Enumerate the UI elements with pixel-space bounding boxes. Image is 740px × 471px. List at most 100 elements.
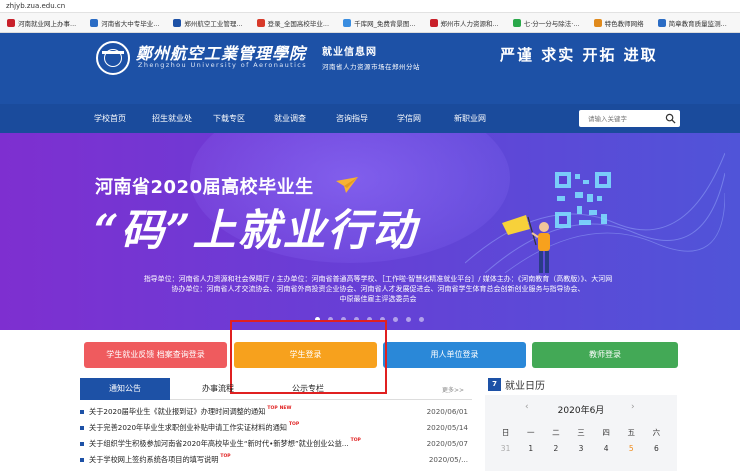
bookmark-item[interactable]: 河南就业网上办事...	[0, 18, 83, 28]
bullet-icon	[80, 458, 84, 462]
banner-organizers-line2: 协办单位：河南省人才交流协会、河南省外商投资企业协会、河南省人才发展促进会、河南…	[171, 285, 585, 293]
news-date: 2020/05/07	[426, 439, 468, 448]
nav-item-new-career[interactable]: 新职业网	[442, 104, 498, 133]
tab-public-notices[interactable]: 公示专栏	[268, 378, 348, 400]
bullet-icon	[80, 410, 84, 414]
news-date: 2020/05/...	[428, 455, 468, 464]
site-note: 河南省人力资源市场在郑州分站	[322, 63, 420, 71]
news-list: 关于2020届毕业生《就业报到证》办理时间调整的通知 TOP NEW 2020/06/…	[80, 404, 472, 468]
news-row[interactable]: 关于完善2020年毕业生求职创业补贴申请工作实证材料的通知 TOP 2020/05/…	[80, 420, 472, 436]
news-title[interactable]: 关于完善2020年毕业生求职创业补贴申请工作实证材料的通知	[89, 423, 287, 432]
news-date: 2020/06/01	[426, 407, 468, 416]
calendar-day[interactable]: 1	[518, 444, 543, 453]
bookmark-favicon-icon	[7, 18, 15, 27]
news-title[interactable]: 关于组织学生积极参加河南省2020年高校毕业生“新时代•新梦想”就业创业公益..…	[89, 439, 349, 448]
employer-login-button[interactable]: 用人单位登录	[383, 342, 526, 368]
promo-banner[interactable]: 河南省2020届高校毕业生 “码”上就业行动 指导单位：河南省人力资源和社会保障…	[0, 133, 740, 330]
bookmark-favicon-icon	[429, 18, 438, 27]
news-tag-badge: TOP	[220, 454, 231, 459]
calendar-weekday: 六	[652, 428, 661, 437]
bookmark-item[interactable]: 简章教育质量监测...	[651, 18, 734, 28]
bookmark-favicon-icon	[512, 18, 521, 27]
news-title[interactable]: 关于学校网上签约系统各项目的填写说明	[89, 455, 218, 464]
calendar-weekday: 三	[577, 428, 585, 437]
nav-item-home[interactable]: 学校首页	[82, 104, 138, 133]
nav-item-consulting[interactable]: 咨询指导	[324, 104, 380, 133]
school-english-name: Zhengzhou University of Aeronautics	[138, 61, 308, 69]
carousel-dot[interactable]	[393, 317, 398, 322]
qr-code-icon	[555, 172, 611, 228]
bookmarks-bar: 河南就业网上办事... 河南省大中专毕业... 郑州航空工业管理... 登录_全国高校…	[0, 13, 740, 33]
bookmark-favicon-icon	[173, 18, 182, 27]
bookmark-item[interactable]: 特色教师网络	[587, 18, 651, 28]
tab-procedures[interactable]: 办事流程	[178, 378, 258, 400]
search-input[interactable]	[579, 110, 661, 127]
news-tag-badge: TOP	[288, 422, 300, 427]
bookmark-item[interactable]: 郑州市人力资源和...	[423, 18, 506, 28]
bookmark-label: 特色教师网络	[604, 19, 644, 28]
nav-item-chsi[interactable]: 学信网	[386, 104, 432, 133]
news-row[interactable]: 关于2020届毕业生《就业报到证》办理时间调整的通知 TOP NEW 2020/06/…	[80, 404, 472, 420]
employment-calendar: ‹ 2020年6月 › 日一二三四五六 31 1 2 3 4 5 6	[485, 395, 677, 471]
calendar-weekday: 四	[602, 428, 610, 437]
calendar-day[interactable]: 3	[568, 444, 593, 453]
bookmark-item[interactable]: 首页 - 河南省毕业生...	[734, 18, 740, 28]
calendar-day[interactable]: 5	[619, 444, 644, 453]
bullet-icon	[80, 442, 84, 446]
calendar-month: 2020年6月	[557, 406, 605, 416]
more-link[interactable]: 更多>>	[442, 385, 464, 394]
bookmark-favicon-icon	[593, 18, 602, 27]
person-with-flag-illustration	[502, 215, 550, 273]
calendar-weekday: 日	[501, 428, 510, 437]
banner-organizers: 指导单位：河南省人力资源和社会保障厅 / 主办单位：河南省普通高等学校、［工作啦…	[60, 274, 696, 304]
bookmark-label: 简章教育质量监测...	[668, 19, 727, 28]
news-tag-badge: TOP	[350, 438, 361, 443]
search-icon[interactable]	[665, 113, 676, 124]
site-name: 就业信息网	[322, 47, 377, 58]
bookmark-item[interactable]: 七·分一分与除法·...	[506, 18, 587, 28]
bookmark-item[interactable]: 登录_全国高校毕业...	[250, 18, 336, 28]
bookmark-label: 千库网_免费背景图...	[354, 19, 416, 28]
bookmark-label: 郑州市人力资源和...	[440, 19, 499, 28]
bookmark-label: 河南省大中专毕业...	[101, 19, 160, 28]
paper-plane-icon	[336, 177, 358, 193]
calendar-weekday: 一	[526, 428, 535, 437]
carousel-dot[interactable]	[419, 317, 424, 322]
calendar-grid: 日 一 二 三 四 五 六 31 1 2 3 4 5 6	[493, 427, 669, 453]
news-date: 2020/05/14	[426, 423, 468, 432]
school-logo-icon	[96, 41, 130, 75]
student-feedback-archive-login-button[interactable]: 学生就业反馈 档案查询登录	[84, 342, 227, 368]
news-row[interactable]: 关于学校网上签约系统各项目的填写说明 TOP 2020/05/...	[80, 452, 472, 468]
news-title[interactable]: 关于2020届毕业生《就业报到证》办理时间调整的通知	[89, 407, 265, 416]
notice-tabs: 通知公告 办事流程 公示专栏 更多>>	[80, 378, 472, 400]
calendar-header: 7 就业日历	[488, 376, 545, 392]
nav-item-survey[interactable]: 就业调查	[262, 104, 318, 133]
search-box	[579, 110, 680, 127]
calendar-day[interactable]: 2	[543, 444, 568, 453]
bookmark-favicon-icon	[657, 18, 666, 27]
calendar-title: 就业日历	[505, 380, 545, 392]
carousel-dot[interactable]	[406, 317, 411, 322]
banner-title-line2: “码”上就业行动	[94, 206, 418, 256]
address-bar[interactable]: zhjyb.zua.edu.cn	[0, 0, 740, 13]
news-row[interactable]: 关于组织学生积极参加河南省2020年高校毕业生“新时代•新梦想”就业创业公益..…	[80, 436, 472, 452]
nav-item-employment-office[interactable]: 招生就业处	[142, 104, 202, 133]
bookmark-item[interactable]: 千库网_免费背景图...	[336, 18, 422, 28]
bookmark-label: 河南就业网上办事...	[18, 19, 77, 28]
banner-organizers-line3: 中原最佳雇主评选委员会	[339, 295, 417, 303]
next-month-icon[interactable]: ›	[631, 402, 635, 412]
nav-item-downloads[interactable]: 下载专区	[204, 104, 254, 133]
bookmark-item[interactable]: 郑州航空工业管理...	[166, 18, 249, 28]
main-nav: 学校首页 招生就业处 下载专区 就业调查 咨询指导 学信网 新职业网	[0, 104, 740, 133]
tab-notices[interactable]: 通知公告	[80, 378, 170, 400]
news-tag-badge: NEW	[279, 406, 292, 411]
bookmark-label: 郑州航空工业管理...	[184, 19, 243, 28]
calendar-day[interactable]: 4	[594, 444, 619, 453]
bookmark-label: 登录_全国高校毕业...	[267, 19, 330, 28]
calendar-day[interactable]: 6	[644, 444, 669, 453]
calendar-icon: 7	[488, 377, 501, 391]
school-motto: 严谨 求实 开拓 进取	[500, 46, 658, 64]
bookmark-item[interactable]: 河南省大中专毕业...	[83, 18, 166, 28]
teacher-login-button[interactable]: 教师登录	[532, 342, 678, 368]
calendar-day[interactable]: 31	[493, 444, 518, 453]
